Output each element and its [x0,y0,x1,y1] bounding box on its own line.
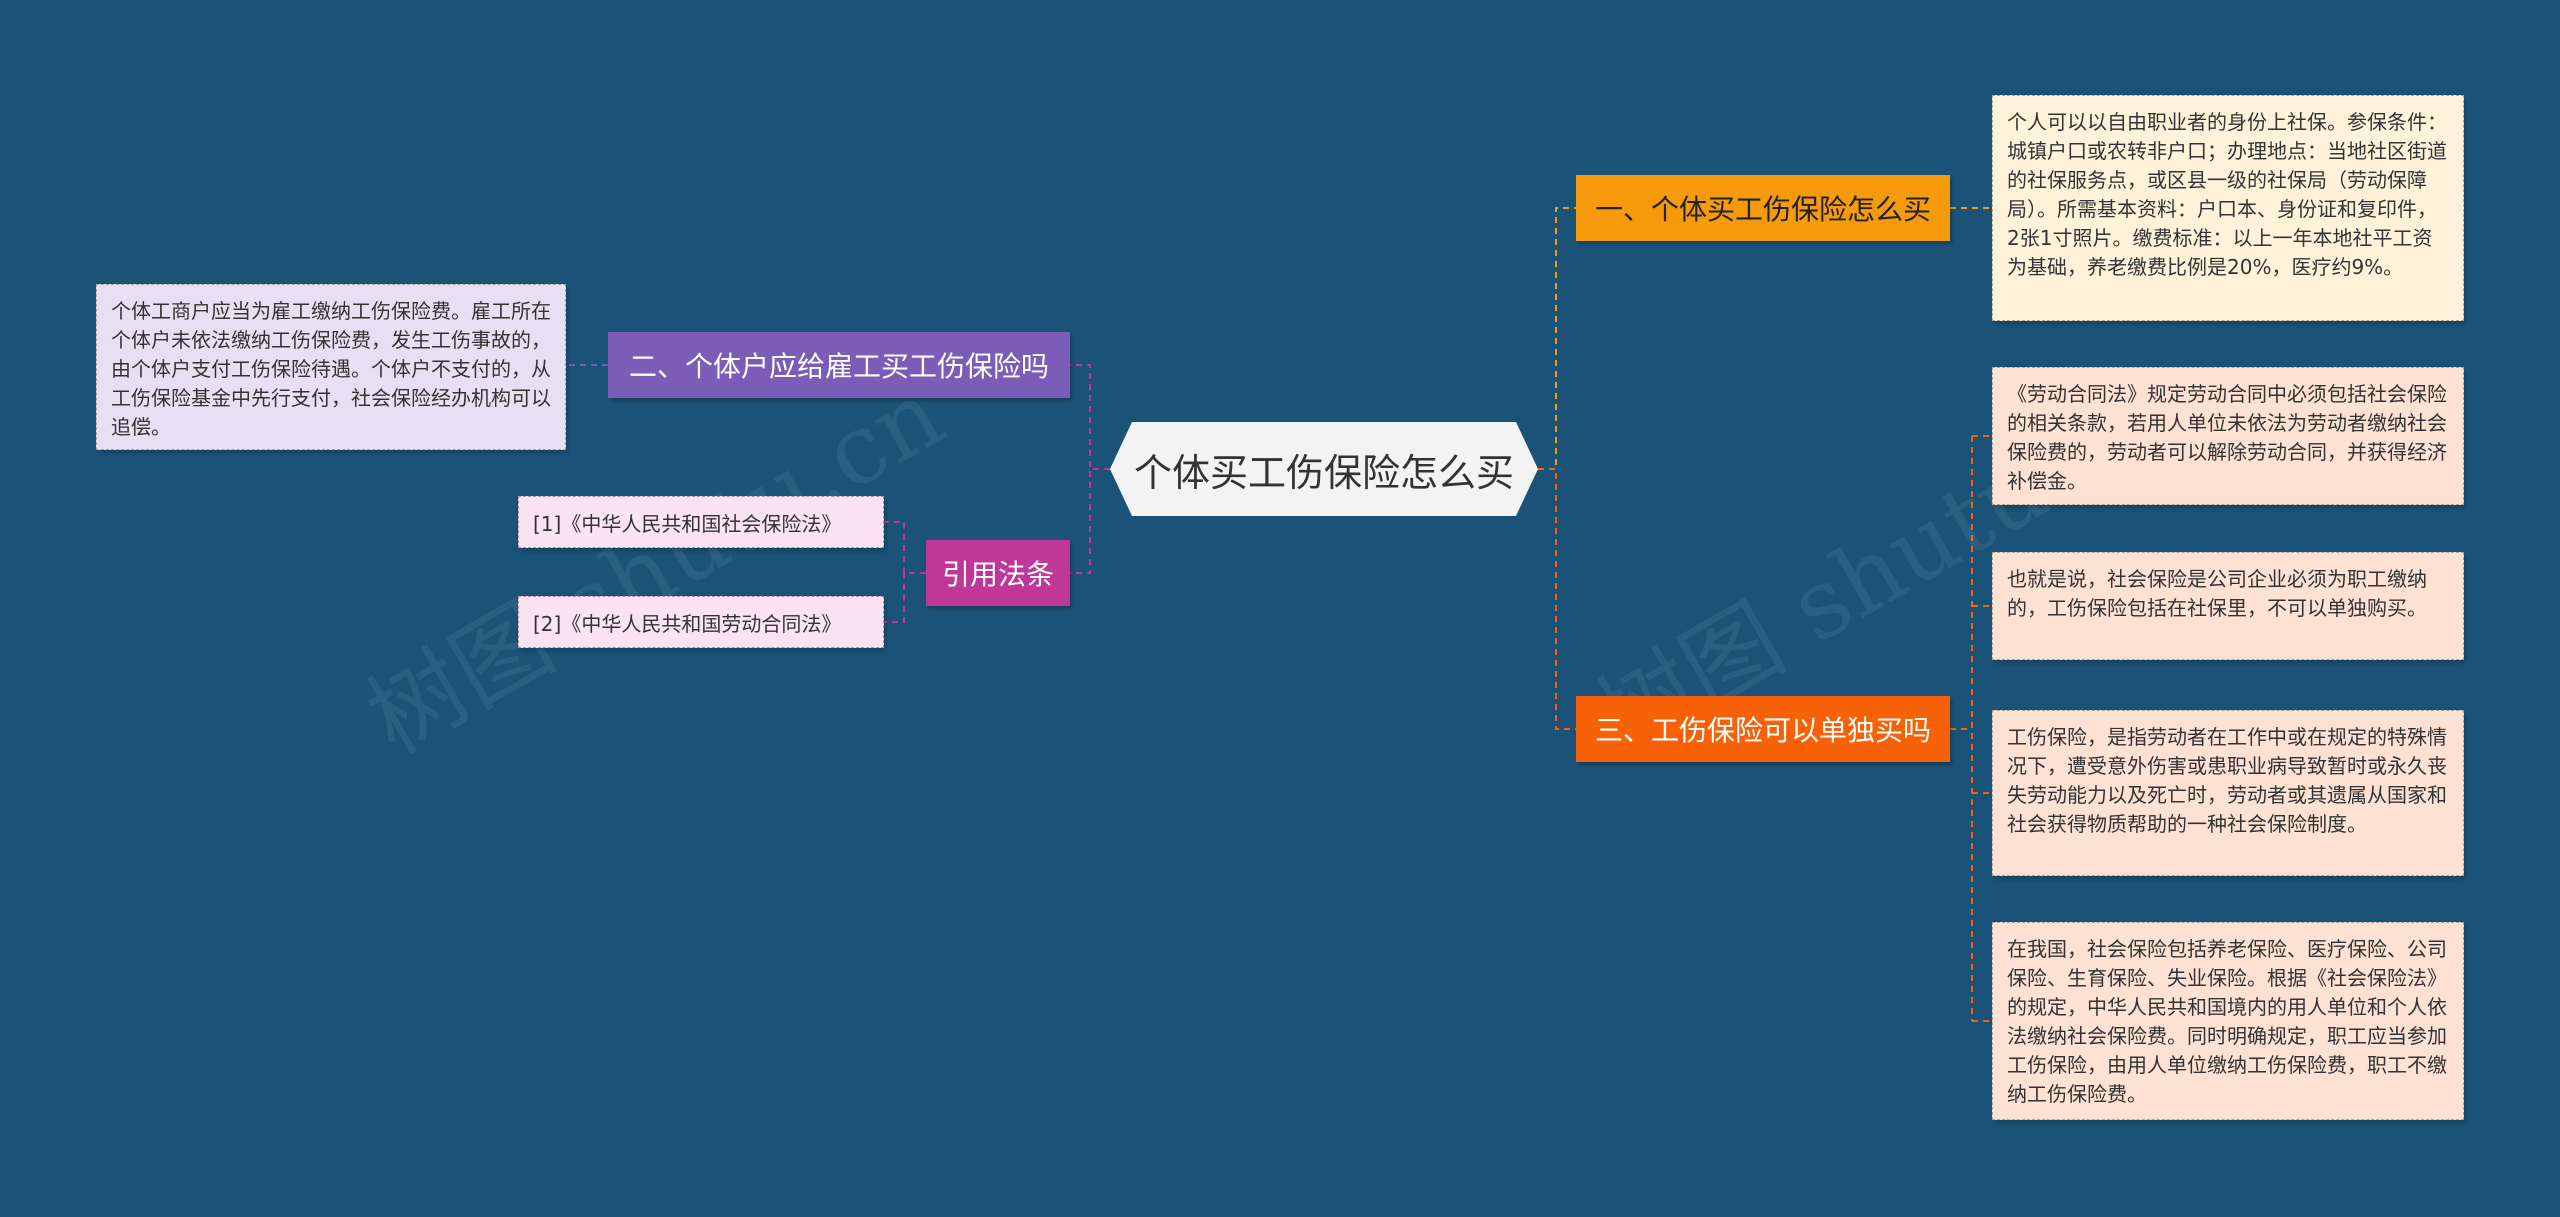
connector-center-b3 [1538,468,1576,730]
leaf-social-insurance-law[interactable]: 在我国，社会保险包括养老保险、医疗保险、公司保险、生育保险、失业保险。根据《社会… [1992,922,2464,1120]
connector-b4-refs [884,521,926,623]
central-topic[interactable]: 个体买工伤保险怎么买 [1110,422,1538,516]
leaf-labor-contract-law[interactable]: 《劳动合同法》规定劳动合同中必须包括社会保险的相关条款，若用人单位未依法为劳动者… [1992,367,2464,505]
leaf-how-to-buy-detail[interactable]: 个人可以以自由职业者的身份上社保。参保条件：城镇户口或农转非户口；办理地点：当地… [1992,95,2464,321]
leaf-cannot-buy-separately[interactable]: 也就是说，社会保险是公司企业必须为职工缴纳的，工伤保险包括在社保里，不可以单独购… [1992,552,2464,660]
connector-center-b4 [1070,468,1110,574]
branch-cited-laws[interactable]: 引用法条 [926,540,1070,606]
connector-center-b2 [1070,364,1110,470]
ref-labor-contract-law[interactable]: [2]《中华人民共和国劳动合同法》 [518,596,884,648]
branch-how-to-buy[interactable]: 一、个体买工伤保险怎么买 [1576,175,1950,241]
leaf-employer-obligation-detail[interactable]: 个体工商户应当为雇工缴纳工伤保险费。雇工所在个体户未依法缴纳工伤保险费，发生工伤… [96,284,566,450]
ref-social-insurance-law[interactable]: [1]《中华人民共和国社会保险法》 [518,496,884,548]
leaf-work-injury-definition[interactable]: 工伤保险，是指劳动者在工作中或在规定的特殊情况下，遭受意外伤害或患职业病导致暂时… [1992,710,2464,876]
branch-employer-obligation[interactable]: 二、个体户应给雇工买工伤保险吗 [608,332,1070,398]
connector-center-b1 [1538,207,1576,470]
branch-buy-separately[interactable]: 三、工伤保险可以单独买吗 [1576,696,1950,762]
